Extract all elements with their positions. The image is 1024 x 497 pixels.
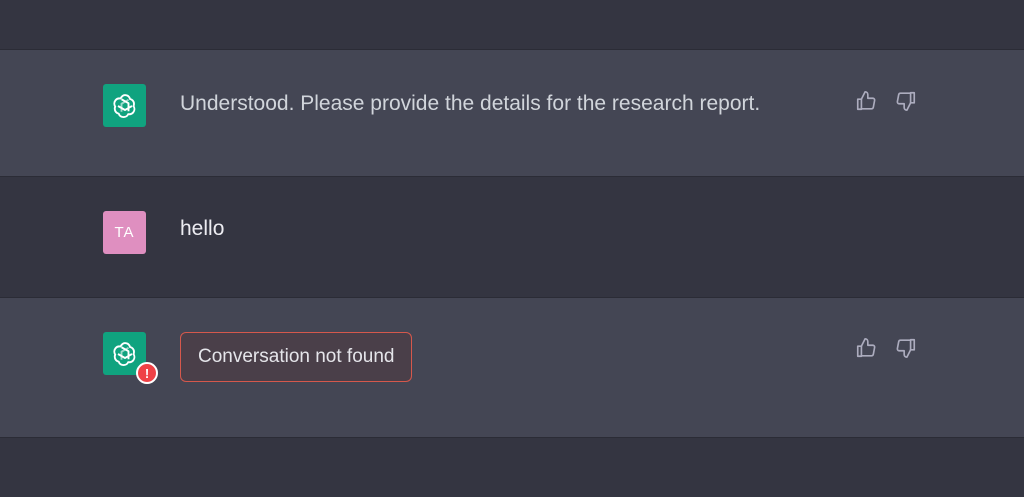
user-avatar: TA [103, 211, 146, 254]
thumbs-up-button[interactable] [853, 88, 879, 114]
error-badge-icon: ! [136, 362, 158, 384]
thumbs-up-icon [856, 338, 876, 358]
openai-logo-icon [112, 93, 135, 118]
thumbs-down-icon [896, 91, 916, 111]
user-message: TA hello [0, 177, 1024, 298]
assistant-message: Understood. Please provide the details f… [0, 50, 1024, 177]
assistant-error-message: ! Conversation not found [0, 298, 1024, 438]
chat-thread: Understood. Please provide the details f… [0, 0, 1024, 497]
thumbs-down-icon [896, 338, 916, 358]
error-message-text: Conversation not found [198, 346, 395, 367]
openai-logo-icon [112, 341, 135, 366]
thumbs-down-button[interactable] [893, 88, 919, 114]
error-message-box: Conversation not found [180, 332, 413, 382]
thumbs-down-button[interactable] [893, 335, 919, 361]
bottom-spacer [0, 438, 1024, 497]
assistant-avatar [103, 84, 146, 127]
thumbs-up-icon [856, 91, 876, 111]
user-message-text: hello [180, 217, 225, 240]
top-spacer [0, 0, 1024, 50]
thumbs-up-button[interactable] [853, 335, 879, 361]
assistant-message-text: Understood. Please provide the details f… [180, 92, 761, 115]
